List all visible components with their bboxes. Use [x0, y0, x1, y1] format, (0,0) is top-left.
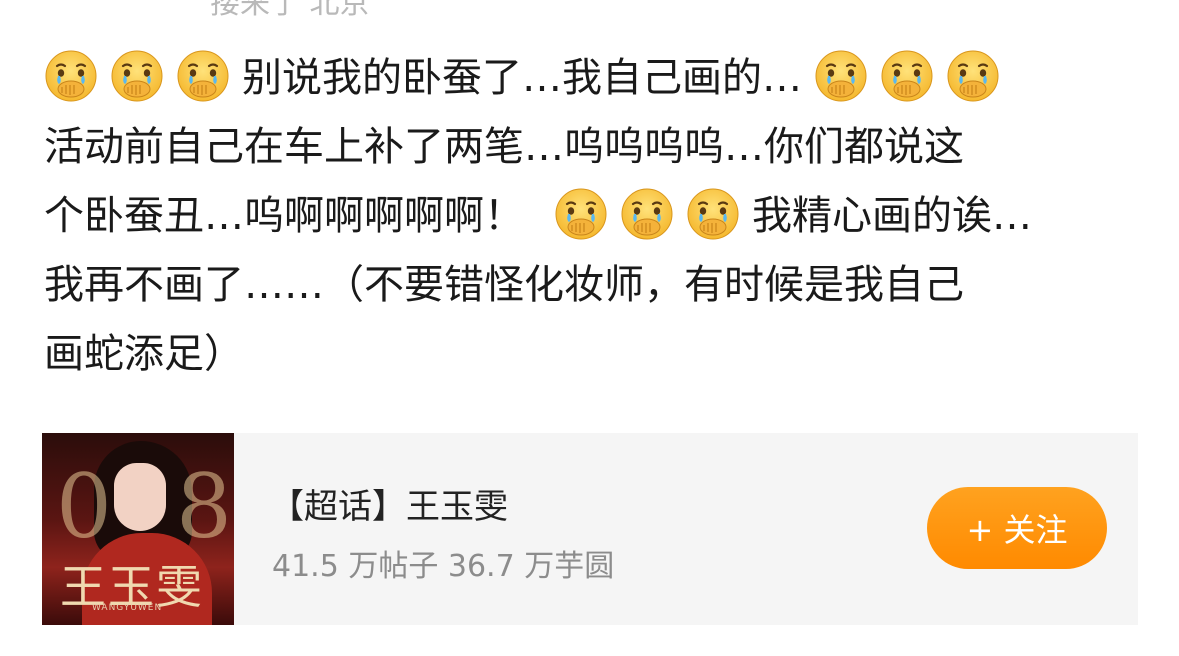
follow-button[interactable]: + 关注 — [927, 487, 1107, 569]
crying-emoji-icon — [620, 187, 674, 241]
topic-title[interactable]: 【超话】王玉雯 — [270, 479, 508, 528]
super-topic-card[interactable]: 0 8 王玉雯 WANGYUWEN 【超话】王玉雯 41.5 万帖子 36.7 … — [42, 433, 1138, 625]
crying-emoji-icon — [946, 49, 1000, 103]
crying-emoji-icon — [554, 187, 608, 241]
post-text-segment: 别说我的卧蚕了…我自己画的… — [242, 55, 802, 101]
post-line-1: 别说我的卧蚕了…我自己画的… — [44, 44, 1144, 113]
post-text-segment: 个卧蚕丑…呜啊啊啊啊啊！ — [44, 193, 524, 239]
post-line-5: 画蛇添足） — [44, 320, 1144, 389]
topic-stats: 41.5 万帖子 36.7 万芋圆 — [272, 549, 615, 584]
crying-emoji-icon — [44, 49, 98, 103]
crying-emoji-icon — [880, 49, 934, 103]
post-line-3: 个卧蚕丑…呜啊啊啊啊啊！ 我精心画的诶… — [44, 182, 1144, 251]
cover-face-shape — [114, 463, 166, 531]
post-line-2: 活动前自己在车上补了两笔…呜呜呜呜…你们都说这 — [44, 113, 1144, 182]
crying-emoji-icon — [110, 49, 164, 103]
post-text-segment: 画蛇添足） — [44, 331, 244, 377]
post-body: 别说我的卧蚕了…我自己画的… 活动前自己在车上补了两笔…呜呜呜呜…你们都说这 个… — [44, 44, 1144, 389]
cover-number-right: 8 — [176, 455, 232, 558]
cover-sub-text: WANGYUWEN — [92, 603, 163, 613]
post-text-segment: 活动前自己在车上补了两笔…呜呜呜呜…你们都说这 — [44, 124, 964, 170]
post-text-segment: 我再不画了……（不要错怪化妆师，有时候是我自己 — [44, 262, 964, 308]
post-line-4: 我再不画了……（不要错怪化妆师，有时候是我自己 — [44, 251, 1144, 320]
crying-emoji-icon — [814, 49, 868, 103]
topic-cover-image[interactable]: 0 8 王玉雯 WANGYUWEN — [42, 433, 234, 625]
post-text-segment: 我精心画的诶… — [752, 193, 1032, 239]
crying-emoji-icon — [176, 49, 230, 103]
cover-number-left: 0 — [56, 455, 112, 558]
crying-emoji-icon — [686, 187, 740, 241]
post-meta-header: 搂来了 北京 — [210, 0, 370, 21]
